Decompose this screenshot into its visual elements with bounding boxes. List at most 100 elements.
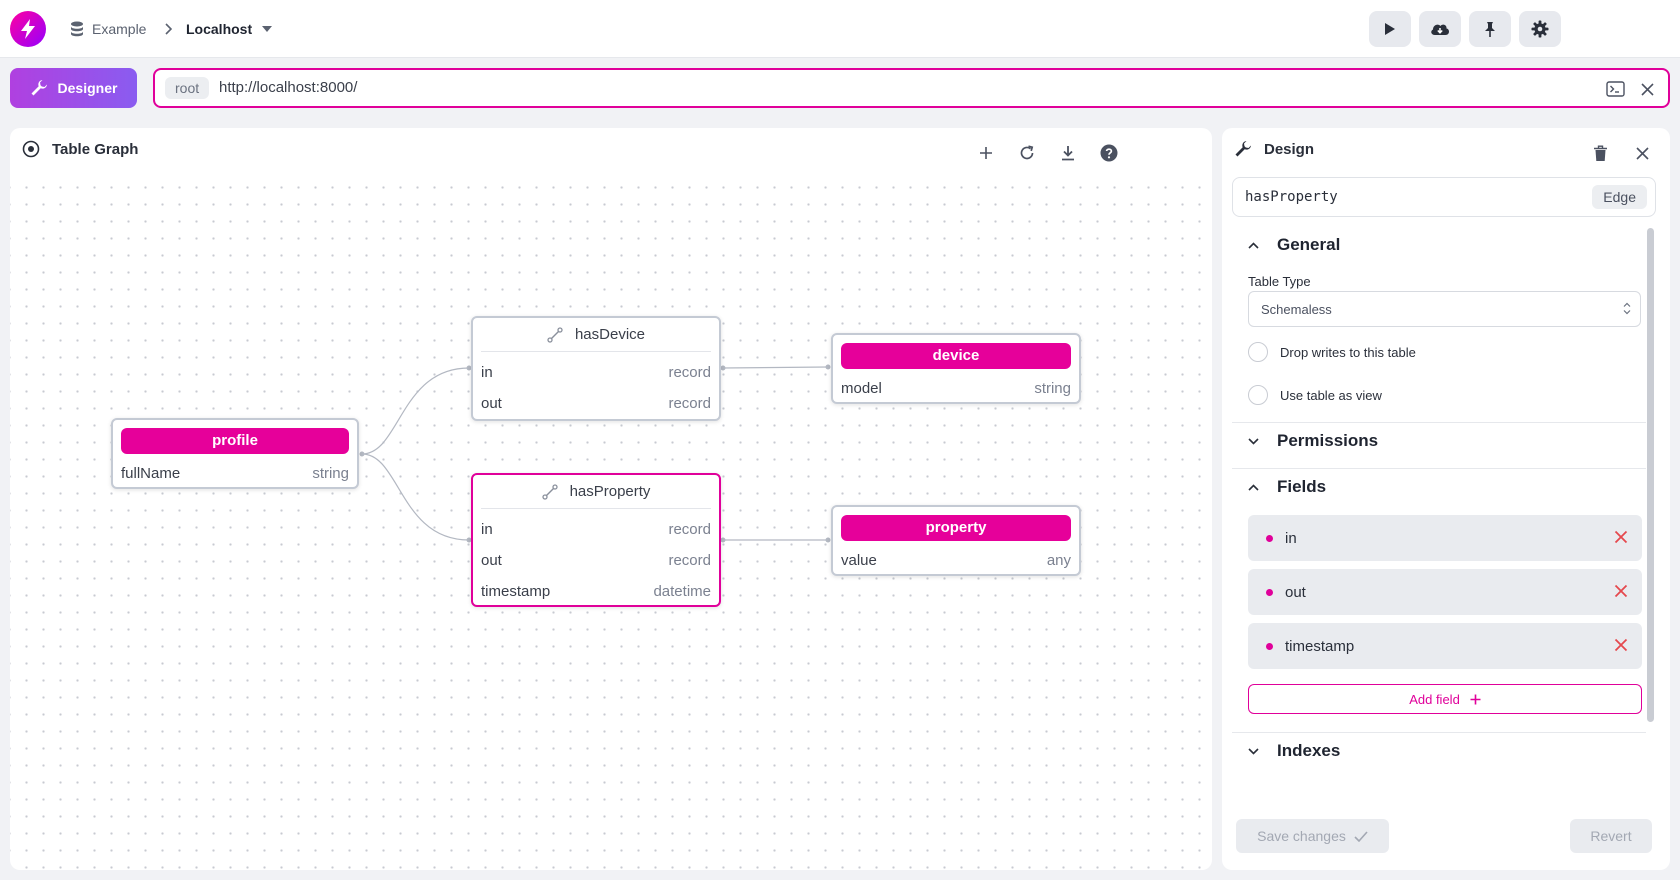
field-type: record bbox=[668, 395, 711, 412]
section-title: Fields bbox=[1277, 477, 1327, 496]
edge-icon bbox=[547, 326, 563, 343]
checkbox-label: Use table as view bbox=[1280, 387, 1382, 403]
settings-button[interactable] bbox=[1519, 11, 1561, 47]
field-name: out bbox=[481, 395, 502, 412]
node-header: hasDevice bbox=[481, 318, 711, 352]
plus-icon bbox=[1470, 694, 1481, 705]
download-icon[interactable] bbox=[1057, 142, 1079, 164]
table-name-field[interactable]: hasProperty Edge bbox=[1232, 177, 1656, 217]
breadcrumb-namespace[interactable]: Example bbox=[70, 0, 146, 58]
node-field-row: in record bbox=[473, 514, 719, 545]
node-header: hasProperty bbox=[481, 475, 711, 509]
checkbox-control[interactable] bbox=[1248, 385, 1268, 405]
section-indexes-header[interactable]: Indexes bbox=[1248, 741, 1340, 761]
field-name: timestamp bbox=[481, 583, 551, 600]
field-dot-icon bbox=[1266, 535, 1273, 542]
designer-mode-label: Designer bbox=[57, 80, 118, 96]
section-general-header[interactable]: General bbox=[1248, 235, 1340, 255]
field-item-timestamp[interactable]: timestamp bbox=[1248, 623, 1642, 669]
revert-button[interactable]: Revert bbox=[1570, 819, 1652, 853]
section-title: Permissions bbox=[1277, 431, 1379, 450]
drop-writes-checkbox[interactable]: Drop writes to this table bbox=[1248, 342, 1416, 362]
refresh-icon[interactable] bbox=[1016, 142, 1038, 164]
field-item-in[interactable]: in bbox=[1248, 515, 1642, 561]
trash-icon[interactable] bbox=[1588, 141, 1612, 165]
graph-canvas[interactable]: profile fullName string hasDevice in rec… bbox=[10, 173, 1212, 870]
table-node-device[interactable]: device model string bbox=[831, 333, 1081, 404]
chevron-down-icon bbox=[1248, 747, 1259, 755]
node-field-row: fullName string bbox=[113, 458, 357, 489]
connection-selector[interactable]: Localhost bbox=[186, 0, 273, 58]
graph-title-label: Table Graph bbox=[52, 140, 139, 158]
table-kind-badge: Edge bbox=[1592, 185, 1647, 209]
table-name-input[interactable]: hasProperty bbox=[1245, 189, 1338, 205]
check-icon bbox=[1354, 830, 1368, 842]
database-icon bbox=[70, 21, 92, 37]
plus-icon[interactable] bbox=[975, 142, 997, 164]
add-field-button[interactable]: Add field bbox=[1248, 684, 1642, 714]
remove-field-icon[interactable] bbox=[1614, 638, 1628, 652]
node-field-row: timestamp datetime bbox=[473, 576, 719, 607]
use-as-view-checkbox[interactable]: Use table as view bbox=[1248, 385, 1382, 405]
section-fields-header[interactable]: Fields bbox=[1248, 477, 1326, 497]
table-type-label: Table Type bbox=[1248, 274, 1311, 289]
node-header: property bbox=[841, 515, 1071, 541]
table-node-property[interactable]: property value any bbox=[831, 505, 1081, 576]
section-permissions-header[interactable]: Permissions bbox=[1248, 431, 1378, 451]
section-divider bbox=[1232, 468, 1646, 469]
node-field-row: out record bbox=[473, 545, 719, 576]
terminal-icon[interactable] bbox=[1604, 78, 1626, 100]
edge-icon bbox=[541, 483, 558, 500]
node-field-row: value any bbox=[833, 545, 1079, 576]
field-item-out[interactable]: out bbox=[1248, 569, 1642, 615]
section-title: General bbox=[1277, 235, 1341, 254]
remove-field-icon[interactable] bbox=[1614, 530, 1628, 544]
field-type: string bbox=[1034, 380, 1071, 397]
save-changes-button[interactable]: Save changes bbox=[1236, 819, 1389, 853]
design-scrollbar[interactable] bbox=[1647, 228, 1654, 722]
close-icon[interactable] bbox=[1630, 141, 1654, 165]
node-header: device bbox=[841, 343, 1071, 369]
field-name: timestamp bbox=[1285, 638, 1355, 655]
connection-name: Localhost bbox=[186, 21, 253, 37]
pin-icon bbox=[1484, 21, 1496, 38]
pin-button[interactable] bbox=[1469, 11, 1511, 47]
checkbox-label: Drop writes to this table bbox=[1280, 344, 1416, 360]
run-query-button[interactable] bbox=[1369, 11, 1411, 47]
connection-url[interactable]: http://localhost:8000/ bbox=[219, 79, 357, 96]
field-type: record bbox=[668, 364, 711, 381]
field-name: in bbox=[481, 364, 493, 381]
design-scroll-area[interactable]: General Table Type Schemaless Drop write… bbox=[1222, 225, 1670, 777]
revert-label: Revert bbox=[1590, 828, 1632, 844]
edge-node-hasDevice[interactable]: hasDevice in record out record bbox=[471, 316, 721, 421]
checkbox-control[interactable] bbox=[1248, 342, 1268, 362]
field-type: any bbox=[1046, 552, 1071, 569]
chevron-up-icon bbox=[1248, 483, 1259, 491]
edge-node-hasProperty[interactable]: hasProperty in record out record timesta… bbox=[471, 473, 721, 607]
gear-icon bbox=[1531, 20, 1549, 38]
field-type: record bbox=[668, 521, 711, 538]
designer-mode-button[interactable]: Designer bbox=[10, 68, 137, 108]
remove-field-icon[interactable] bbox=[1614, 584, 1628, 598]
graph-panel-title: Table Graph bbox=[22, 140, 138, 158]
field-dot-icon bbox=[1266, 589, 1273, 596]
section-divider bbox=[1232, 732, 1646, 733]
bolt-logo-icon[interactable] bbox=[10, 11, 46, 47]
close-icon[interactable] bbox=[1636, 78, 1658, 100]
play-icon bbox=[1384, 22, 1396, 36]
save-changes-label: Save changes bbox=[1257, 828, 1346, 844]
node-field-row: model string bbox=[833, 373, 1079, 404]
help-icon[interactable] bbox=[1098, 142, 1120, 164]
table-graph-panel: Table Graph profile fullName string hasD… bbox=[10, 128, 1212, 870]
table-node-profile[interactable]: profile fullName string bbox=[111, 418, 359, 489]
select-arrows-icon bbox=[1623, 302, 1631, 315]
caret-down-icon bbox=[262, 26, 273, 32]
connection-url-bar[interactable]: root http://localhost:8000/ bbox=[153, 68, 1670, 108]
sync-button[interactable] bbox=[1419, 11, 1461, 47]
field-type: record bbox=[668, 552, 711, 569]
target-icon bbox=[22, 140, 40, 158]
chevron-down-icon bbox=[1248, 437, 1259, 445]
table-type-select[interactable]: Schemaless bbox=[1248, 291, 1641, 327]
design-title-label: Design bbox=[1264, 140, 1315, 158]
field-name: out bbox=[481, 552, 502, 569]
